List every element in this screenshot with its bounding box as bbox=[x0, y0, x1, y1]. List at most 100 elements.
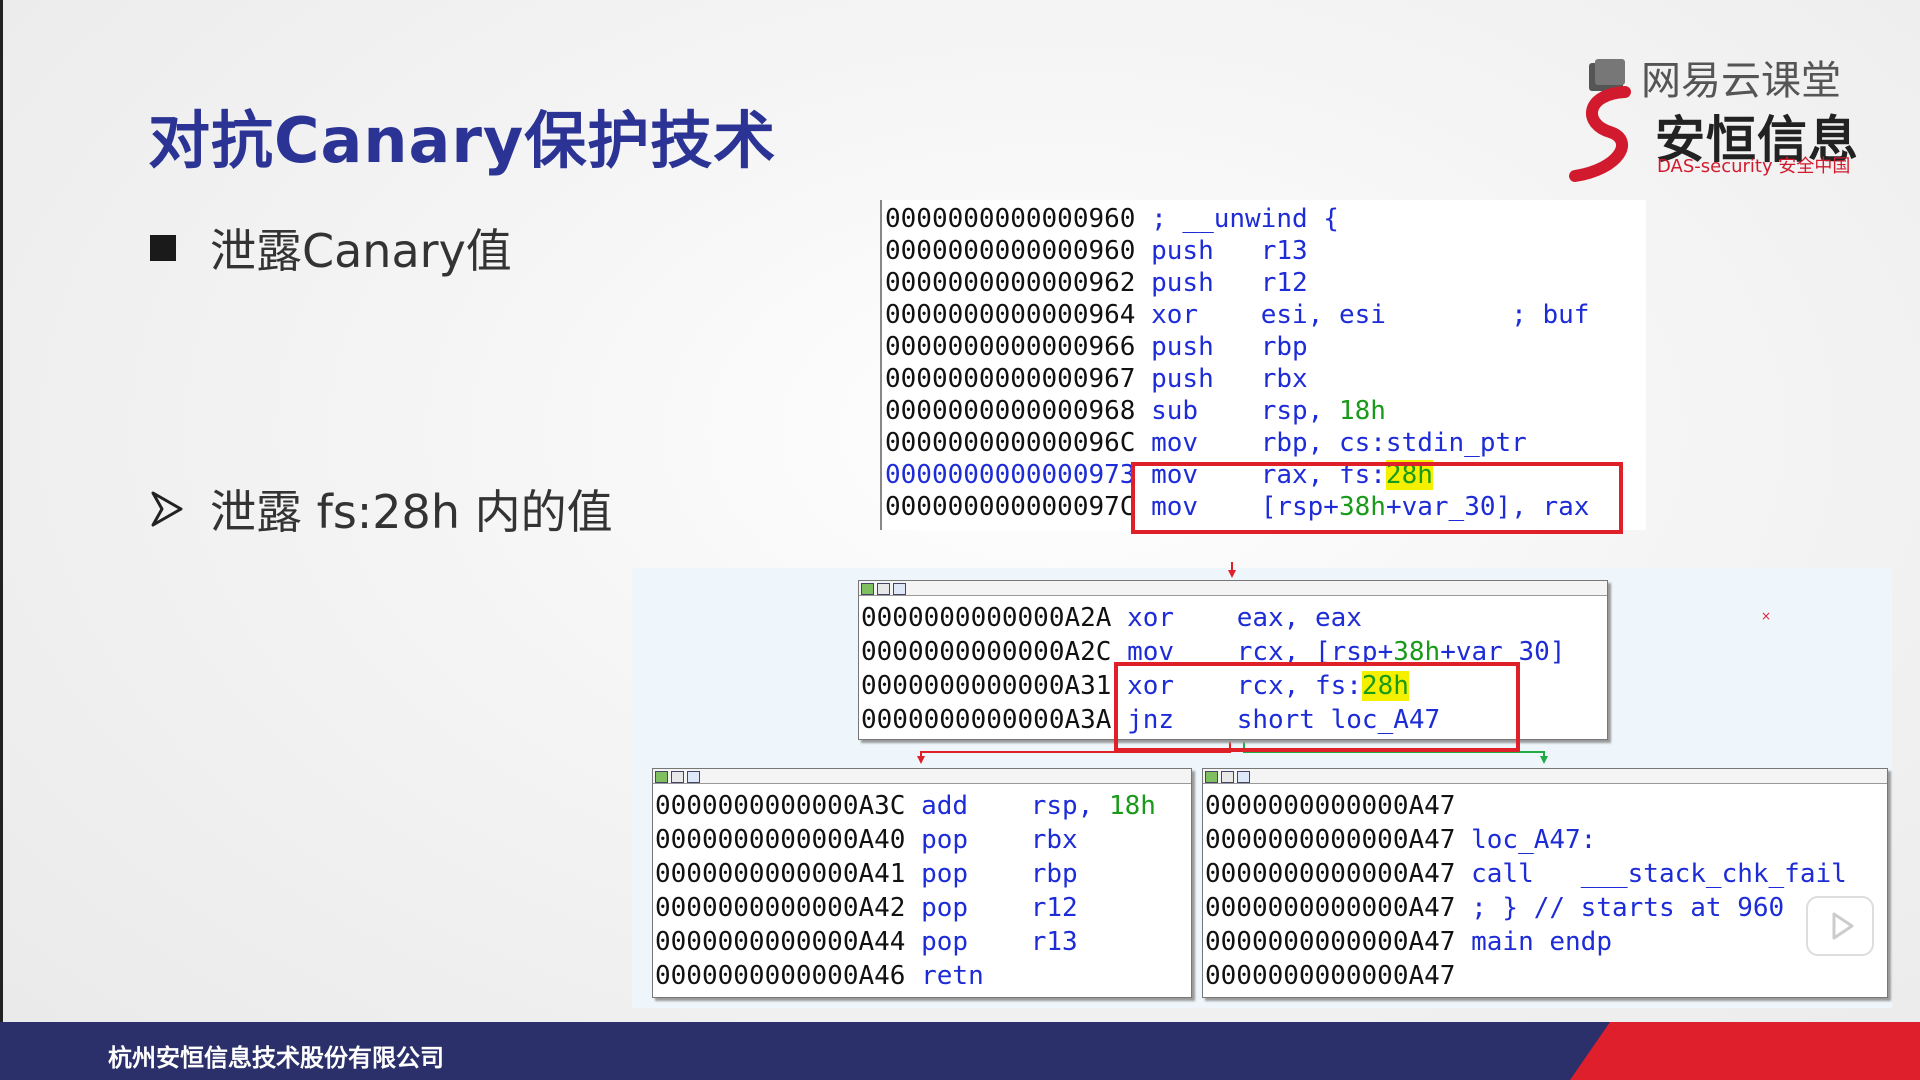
asm-address: 0000000000000A3A bbox=[861, 705, 1112, 735]
asm-address: 0000000000000A31 bbox=[861, 671, 1112, 701]
asm-line[interactable]: 0000000000000962 push r12 bbox=[885, 267, 1589, 299]
asm-mnemonic: pop bbox=[921, 893, 1031, 923]
asm-address: 000000000000096C bbox=[885, 428, 1136, 458]
asm-line[interactable]: 0000000000000A47 bbox=[1205, 959, 1847, 993]
asm-line[interactable]: 0000000000000960 ; __unwind { bbox=[885, 203, 1589, 235]
node-return-lines: 0000000000000A3C add rsp, 18h 00000000000… bbox=[655, 789, 1156, 993]
asm-operand: esi, esi bbox=[1260, 300, 1386, 330]
asm-address: 0000000000000A47 bbox=[1205, 825, 1456, 855]
asm-line[interactable]: 0000000000000960 push r13 bbox=[885, 235, 1589, 267]
asm-line[interactable]: 0000000000000A47 loc_A47: bbox=[1205, 823, 1847, 857]
asm-line[interactable]: 0000000000000A47 bbox=[1205, 789, 1847, 823]
asm-operand: ___stack_chk_fail bbox=[1580, 859, 1847, 889]
asm-address: 0000000000000A3C bbox=[655, 791, 906, 821]
asm-line[interactable]: 0000000000000A41 pop rbp bbox=[655, 857, 1156, 891]
asm-address: 0000000000000962 bbox=[885, 268, 1136, 298]
bullet-leak-canary: 泄露Canary值 bbox=[150, 215, 512, 281]
asm-operand: r13 bbox=[1030, 927, 1078, 957]
footer-company: 杭州安恒信息技术股份有限公司 bbox=[108, 1044, 444, 1072]
asm-line[interactable]: 0000000000000A40 pop rbx bbox=[655, 823, 1156, 857]
asm-operand: rbp bbox=[1030, 859, 1078, 889]
play-button[interactable] bbox=[1806, 896, 1874, 956]
asm-mnemonic: call bbox=[1471, 859, 1581, 889]
asm-mnemonic: push bbox=[1151, 268, 1261, 298]
asm-address: 0000000000000A47 bbox=[1205, 961, 1456, 991]
node-titlebar bbox=[1203, 769, 1887, 784]
slide-title: 对抗Canary保护技术 bbox=[148, 104, 777, 177]
bullet-leak-fs-text: 泄露 fs:28h 内的值 bbox=[210, 485, 613, 539]
platform-name: 网易云课堂 bbox=[1641, 58, 1841, 104]
asm-address: 0000000000000A44 bbox=[655, 927, 906, 957]
asm-mnemonic: loc_A47: bbox=[1471, 825, 1597, 855]
bullet-leak-canary-text: 泄露Canary值 bbox=[210, 224, 512, 278]
asm-address: 0000000000000A47 bbox=[1205, 859, 1456, 889]
asm-mnemonic: push bbox=[1151, 364, 1261, 394]
asm-line[interactable]: 0000000000000A47 ; } // starts at 960 bbox=[1205, 891, 1847, 925]
asm-mnemonic: pop bbox=[921, 825, 1031, 855]
asm-line[interactable]: 0000000000000A47 main endp bbox=[1205, 925, 1847, 959]
asm-mnemonic: retn bbox=[921, 961, 984, 991]
asm-line[interactable]: 0000000000000A46 retn bbox=[655, 959, 1156, 993]
asm-line[interactable]: 0000000000000A44 pop r13 bbox=[655, 925, 1156, 959]
asm-address: 0000000000000A41 bbox=[655, 859, 906, 889]
asm-mnemonic: mov bbox=[1151, 428, 1261, 458]
graph-node-return[interactable]: 0000000000000A3C add rsp, 18h 00000000000… bbox=[652, 768, 1192, 998]
asm-line[interactable]: 0000000000000964 xor esi, esi ; buf bbox=[885, 299, 1589, 331]
asm-address: 0000000000000968 bbox=[885, 396, 1136, 426]
asm-mnemonic: ; } // starts at 960 bbox=[1471, 893, 1785, 923]
asm-mnemonic: add bbox=[921, 791, 1031, 821]
asm-address: 0000000000000A2C bbox=[861, 637, 1112, 667]
marker-x-icon: × bbox=[1761, 609, 1772, 623]
asm-address: 0000000000000A46 bbox=[655, 961, 906, 991]
node-stack-fail-lines: 0000000000000A47 0000000000000A47 loc_A4… bbox=[1205, 789, 1847, 993]
asm-line[interactable]: 0000000000000A3C add rsp, 18h bbox=[655, 789, 1156, 823]
asm-line[interactable]: 0000000000000968 sub rsp, 18h bbox=[885, 395, 1589, 427]
asm-line[interactable]: 0000000000000966 push rbp bbox=[885, 331, 1589, 363]
asm-mnemonic: xor bbox=[1127, 603, 1237, 633]
asm-operand: rbp bbox=[1260, 332, 1308, 362]
asm-comment: ; buf bbox=[1511, 300, 1590, 330]
asm-mnemonic: pop bbox=[921, 927, 1031, 957]
asm-number: 18h bbox=[1338, 396, 1386, 426]
brand-logo: 网易云课堂 安恒信息 DAS-security 安全中国 bbox=[1565, 44, 1885, 184]
left-edge bbox=[0, 0, 3, 1022]
highlight-box-canary-check bbox=[1114, 662, 1520, 752]
asm-mnemonic: sub bbox=[1151, 396, 1261, 426]
asm-operand: r12 bbox=[1260, 268, 1308, 298]
asm-address: 0000000000000A42 bbox=[655, 893, 906, 923]
asm-mnemonic: xor bbox=[1151, 300, 1261, 330]
bullet-leak-fs: 泄露 fs:28h 内的值 bbox=[150, 476, 613, 542]
asm-address: 0000000000000964 bbox=[885, 300, 1136, 330]
asm-operand: rsp, bbox=[1030, 791, 1109, 821]
asm-operand: rbx bbox=[1260, 364, 1308, 394]
asm-line[interactable]: 0000000000000A2A xor eax, eax bbox=[861, 601, 1565, 635]
asm-operand: rsp, bbox=[1260, 396, 1339, 426]
asm-operand: rbp, cs:stdin_ptr bbox=[1260, 428, 1527, 458]
node-text-icon bbox=[1237, 771, 1250, 783]
node-graph-icon bbox=[1221, 771, 1234, 783]
asm-operand: r12 bbox=[1030, 893, 1078, 923]
arrow-bullet-icon bbox=[151, 491, 183, 527]
asm-address: 0000000000000966 bbox=[885, 332, 1136, 362]
company-swirl-icon bbox=[1569, 86, 1631, 182]
asm-line[interactable]: 0000000000000A47 call ___stack_chk_fail bbox=[1205, 857, 1847, 891]
asm-operand: r13 bbox=[1260, 236, 1308, 266]
asm-line[interactable]: 000000000000096C mov rbp, cs:stdin_ptr bbox=[885, 427, 1589, 459]
asm-address: 0000000000000960 bbox=[885, 236, 1136, 266]
asm-mnemonic: main endp bbox=[1471, 927, 1612, 957]
node-titlebar bbox=[859, 581, 1607, 596]
asm-mnemonic: push bbox=[1151, 332, 1261, 362]
node-titlebar bbox=[653, 769, 1191, 784]
asm-address: 0000000000000967 bbox=[885, 364, 1136, 394]
node-graph-icon bbox=[877, 583, 890, 595]
asm-address: 0000000000000A40 bbox=[655, 825, 906, 855]
asm-address: 0000000000000A47 bbox=[1205, 893, 1456, 923]
graph-node-stack-fail[interactable]: 0000000000000A47 0000000000000A47 loc_A4… bbox=[1202, 768, 1888, 998]
asm-mnemonic: ; __unwind { bbox=[1151, 204, 1339, 234]
asm-line[interactable]: 0000000000000967 push rbx bbox=[885, 363, 1589, 395]
asm-line[interactable]: 0000000000000A42 pop r12 bbox=[655, 891, 1156, 925]
company-tagline: DAS-security 安全中国 bbox=[1657, 156, 1851, 177]
asm-address: 0000000000000A2A bbox=[861, 603, 1112, 633]
node-graph-icon bbox=[671, 771, 684, 783]
node-color-icon bbox=[655, 771, 668, 783]
